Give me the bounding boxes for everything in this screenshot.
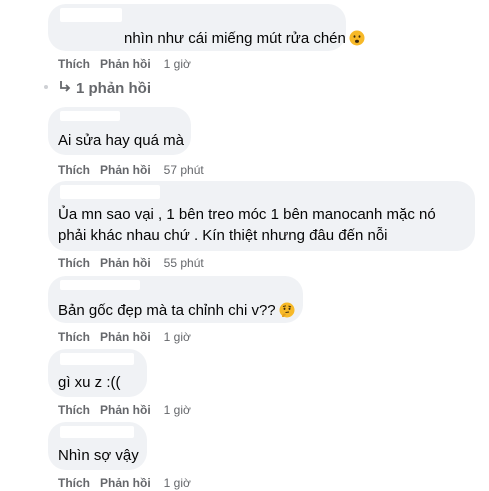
reply-arrow-icon [60, 81, 71, 92]
thinking-face-emoji [279, 302, 295, 318]
redacted-author-name [60, 426, 134, 438]
reply-button[interactable]: Phản hồi [100, 162, 151, 178]
reply-button[interactable]: Phản hồi [100, 329, 151, 345]
timestamp[interactable]: 1 giờ [164, 56, 191, 72]
reply-button[interactable]: Phản hồi [100, 475, 151, 491]
comment-text: Bản gốc đẹp mà ta chỉnh chi v?? [58, 301, 295, 321]
comment-text: Ủa mn sao vại , 1 bên treo móc 1 bên man… [58, 206, 436, 223]
like-button[interactable]: Thích [58, 402, 90, 418]
like-button[interactable]: Thích [58, 255, 90, 271]
timestamp[interactable]: 55 phút [164, 255, 204, 271]
comment-text: phải khác nhau chứ . Kín thiệt nhưng đâu… [58, 227, 388, 244]
sad-face-emoji [349, 30, 365, 46]
thread-dot [44, 85, 48, 89]
timestamp[interactable]: 1 giờ [164, 475, 191, 491]
comment-text: gì xu z :(( [58, 374, 121, 391]
view-replies-link[interactable]: 1 phản hồi [58, 79, 151, 99]
comment-actions: Thích Phản hồi 57 phút [58, 162, 204, 178]
reply-button[interactable]: Phản hồi [100, 56, 151, 72]
reply-button[interactable]: Phản hồi [100, 255, 151, 271]
comment-actions: Thích Phản hồi 1 giờ [58, 402, 191, 418]
comment-text: Nhìn sợ vậy [58, 447, 139, 464]
reply-button[interactable]: Phản hồi [100, 402, 151, 418]
timestamp[interactable]: 1 giờ [164, 329, 191, 345]
comment-actions: Thích Phản hồi 1 giờ [58, 56, 191, 72]
comment-text: nhìn như cái miếng mút rửa chén [124, 29, 365, 49]
redacted-author-name [60, 8, 122, 22]
like-button[interactable]: Thích [58, 475, 90, 491]
like-button[interactable]: Thích [58, 162, 90, 178]
comment-actions: Thích Phản hồi 1 giờ [58, 329, 191, 345]
timestamp[interactable]: 57 phút [164, 162, 204, 178]
redacted-author-name [60, 185, 160, 199]
comment-actions: Thích Phản hồi 1 giờ [58, 475, 191, 491]
comment-actions: Thích Phản hồi 55 phút [58, 255, 204, 271]
redacted-author-name [60, 280, 140, 290]
comment-thread: nhìn như cái miếng mút rửa chén Thích Phả… [0, 0, 489, 491]
timestamp[interactable]: 1 giờ [164, 402, 191, 418]
redacted-author-name [60, 353, 134, 365]
redacted-author-name [60, 111, 120, 121]
comment-text: Ai sửa hay quá mà [58, 132, 184, 149]
like-button[interactable]: Thích [58, 329, 90, 345]
like-button[interactable]: Thích [58, 56, 90, 72]
